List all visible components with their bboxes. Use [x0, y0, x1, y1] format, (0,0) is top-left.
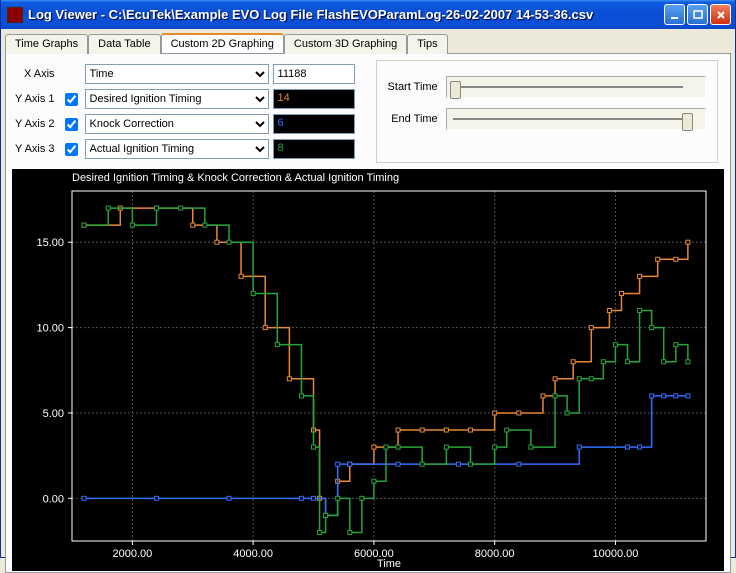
x-axis-select[interactable]: Time: [85, 64, 269, 84]
svg-text:Time: Time: [377, 558, 401, 569]
y1-checkbox[interactable]: [65, 93, 78, 106]
tab-tips[interactable]: Tips: [407, 34, 447, 54]
svg-text:4000.00: 4000.00: [233, 548, 273, 560]
svg-text:2000.00: 2000.00: [112, 548, 152, 560]
svg-text:10.00: 10.00: [36, 323, 64, 335]
y2-value: 6: [273, 114, 355, 134]
tab-data-table[interactable]: Data Table: [88, 34, 160, 54]
y2-label: Y Axis 2: [14, 113, 58, 135]
time-panel: Start Time End Time: [376, 60, 718, 163]
svg-text:15.00: 15.00: [36, 237, 64, 249]
tab-time-graphs[interactable]: Time Graphs: [5, 34, 88, 54]
svg-text:8000.00: 8000.00: [475, 548, 515, 560]
y1-value: 14: [273, 89, 355, 109]
close-button[interactable]: [710, 4, 731, 25]
tab-bar: Time Graphs Data Table Custom 2D Graphin…: [1, 29, 735, 53]
app-icon: [7, 7, 23, 23]
y2-checkbox[interactable]: [65, 118, 78, 131]
chart-area: Desired Ignition Timing & Knock Correcti…: [12, 169, 724, 571]
svg-text:5.00: 5.00: [43, 408, 64, 420]
y1-label: Y Axis 1: [14, 88, 58, 110]
y3-label: Y Axis 3: [14, 138, 58, 160]
start-time-slider[interactable]: [446, 76, 706, 98]
tab-custom-2d[interactable]: Custom 2D Graphing: [161, 33, 284, 53]
y3-value: 8: [273, 139, 355, 159]
y1-select[interactable]: Desired Ignition Timing: [85, 89, 269, 109]
x-axis-label: X Axis: [14, 63, 58, 85]
end-time-slider[interactable]: [446, 108, 706, 130]
y3-checkbox[interactable]: [65, 143, 78, 156]
chart-title: Desired Ignition Timing & Knock Correcti…: [72, 172, 399, 184]
tab-custom-3d[interactable]: Custom 3D Graphing: [284, 34, 407, 54]
minimize-button[interactable]: [664, 4, 685, 25]
chart-svg: 0.005.0010.0015.002000.004000.006000.008…: [14, 171, 716, 569]
y2-select[interactable]: Knock Correction: [85, 114, 269, 134]
end-time-label: End Time: [387, 107, 441, 131]
svg-text:10000.00: 10000.00: [592, 548, 638, 560]
maximize-button[interactable]: [687, 4, 708, 25]
start-time-label: Start Time: [387, 75, 441, 99]
window-title: Log Viewer - C:\EcuTek\Example EVO Log F…: [28, 7, 664, 22]
y3-select[interactable]: Actual Ignition Timing: [85, 139, 269, 159]
x-axis-value[interactable]: [273, 64, 355, 84]
svg-text:0.00: 0.00: [43, 493, 64, 505]
